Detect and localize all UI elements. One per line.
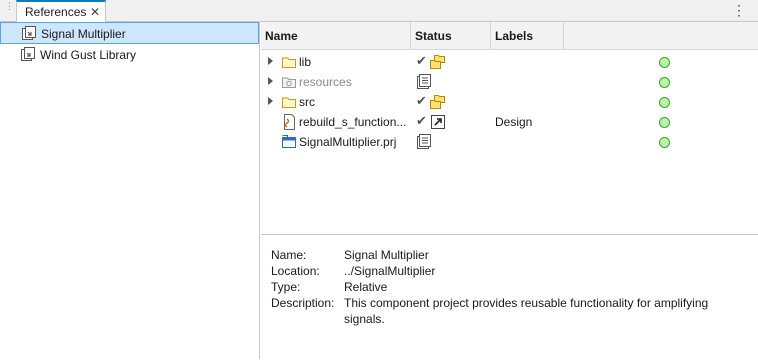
- tab-bar: ⋮ References ✕ ⋮: [0, 0, 758, 22]
- file-row-resources[interactable]: resources: [261, 72, 758, 92]
- project-resource-icon: [417, 74, 431, 89]
- drag-grip-icon[interactable]: ⋮: [5, 2, 14, 16]
- status-ok-icon: [659, 77, 670, 88]
- status-ok-icon: [659, 117, 670, 128]
- column-name[interactable]: Name: [261, 22, 411, 49]
- detail-description-key: Description:: [271, 296, 335, 310]
- column-status[interactable]: Status: [411, 22, 491, 49]
- file-name: SignalMultiplier.prj: [299, 135, 397, 149]
- tab-label: References: [25, 5, 87, 19]
- reference-details: Name: Signal Multiplier Location: ../Sig…: [261, 234, 758, 360]
- script-file-icon: [284, 114, 295, 130]
- project-files-pane: Name Status Labels lib ✔ resources src ✔…: [261, 22, 758, 360]
- column-labels[interactable]: Labels: [491, 22, 564, 49]
- column-name-label: Name: [265, 29, 298, 43]
- folder-pair-icon: [430, 95, 445, 109]
- folder-pair-icon: [430, 55, 445, 69]
- detail-name-value: Signal Multiplier: [344, 248, 429, 262]
- status-ok-icon: [659, 57, 670, 68]
- column-labels-label: Labels: [495, 29, 534, 43]
- detail-type-value: Relative: [344, 280, 388, 294]
- file-row-rebuild-s-function[interactable]: rebuild_s_function... ✔ Design: [261, 112, 758, 132]
- folder-icon: [282, 57, 296, 68]
- file-name: resources: [299, 75, 352, 89]
- file-row-lib[interactable]: lib ✔: [261, 52, 758, 72]
- project-reference-icon: [21, 47, 35, 61]
- expand-arrow-icon[interactable]: [268, 77, 273, 85]
- reference-label: Wind Gust Library: [40, 48, 137, 62]
- file-row-signalmultiplier-prj[interactable]: SignalMultiplier.prj: [261, 132, 758, 152]
- detail-description-value: This component project provides reusable…: [344, 296, 709, 326]
- reference-item-wind-gust-library[interactable]: Wind Gust Library: [0, 44, 259, 66]
- close-icon[interactable]: ✕: [90, 5, 100, 19]
- shortcut-icon: [431, 115, 445, 129]
- column-status-label: Status: [415, 29, 452, 43]
- detail-type-key: Type:: [271, 280, 301, 294]
- in-project-check-icon: ✔: [416, 93, 427, 108]
- file-name: rebuild_s_function...: [299, 115, 407, 129]
- in-project-check-icon: ✔: [416, 53, 427, 68]
- resources-folder-icon: [282, 77, 296, 88]
- folder-icon: [282, 97, 296, 108]
- project-reference-icon: [22, 26, 36, 40]
- project-resource-icon: [417, 134, 431, 149]
- tab-references[interactable]: References ✕: [16, 0, 106, 22]
- expand-arrow-icon[interactable]: [268, 97, 273, 105]
- reference-item-signal-multiplier[interactable]: Signal Multiplier: [0, 22, 259, 44]
- status-ok-icon: [659, 137, 670, 148]
- project-file-icon: [282, 135, 296, 148]
- detail-location-key: Location:: [271, 264, 320, 278]
- file-label: Design: [495, 115, 533, 129]
- reference-label: Signal Multiplier: [41, 27, 126, 41]
- file-row-src[interactable]: src ✔: [261, 92, 758, 112]
- in-project-check-icon: ✔: [416, 113, 427, 128]
- file-name: lib: [299, 55, 312, 69]
- detail-name-key: Name:: [271, 248, 307, 262]
- column-header: Name Status Labels: [261, 22, 758, 50]
- expand-arrow-icon[interactable]: [268, 57, 273, 65]
- file-name: src: [299, 95, 315, 109]
- references-list: Signal Multiplier Wind Gust Library: [0, 22, 260, 359]
- detail-location-value: ../SignalMultiplier: [344, 264, 436, 278]
- more-options-icon[interactable]: ⋮: [732, 2, 746, 18]
- status-ok-icon: [659, 97, 670, 108]
